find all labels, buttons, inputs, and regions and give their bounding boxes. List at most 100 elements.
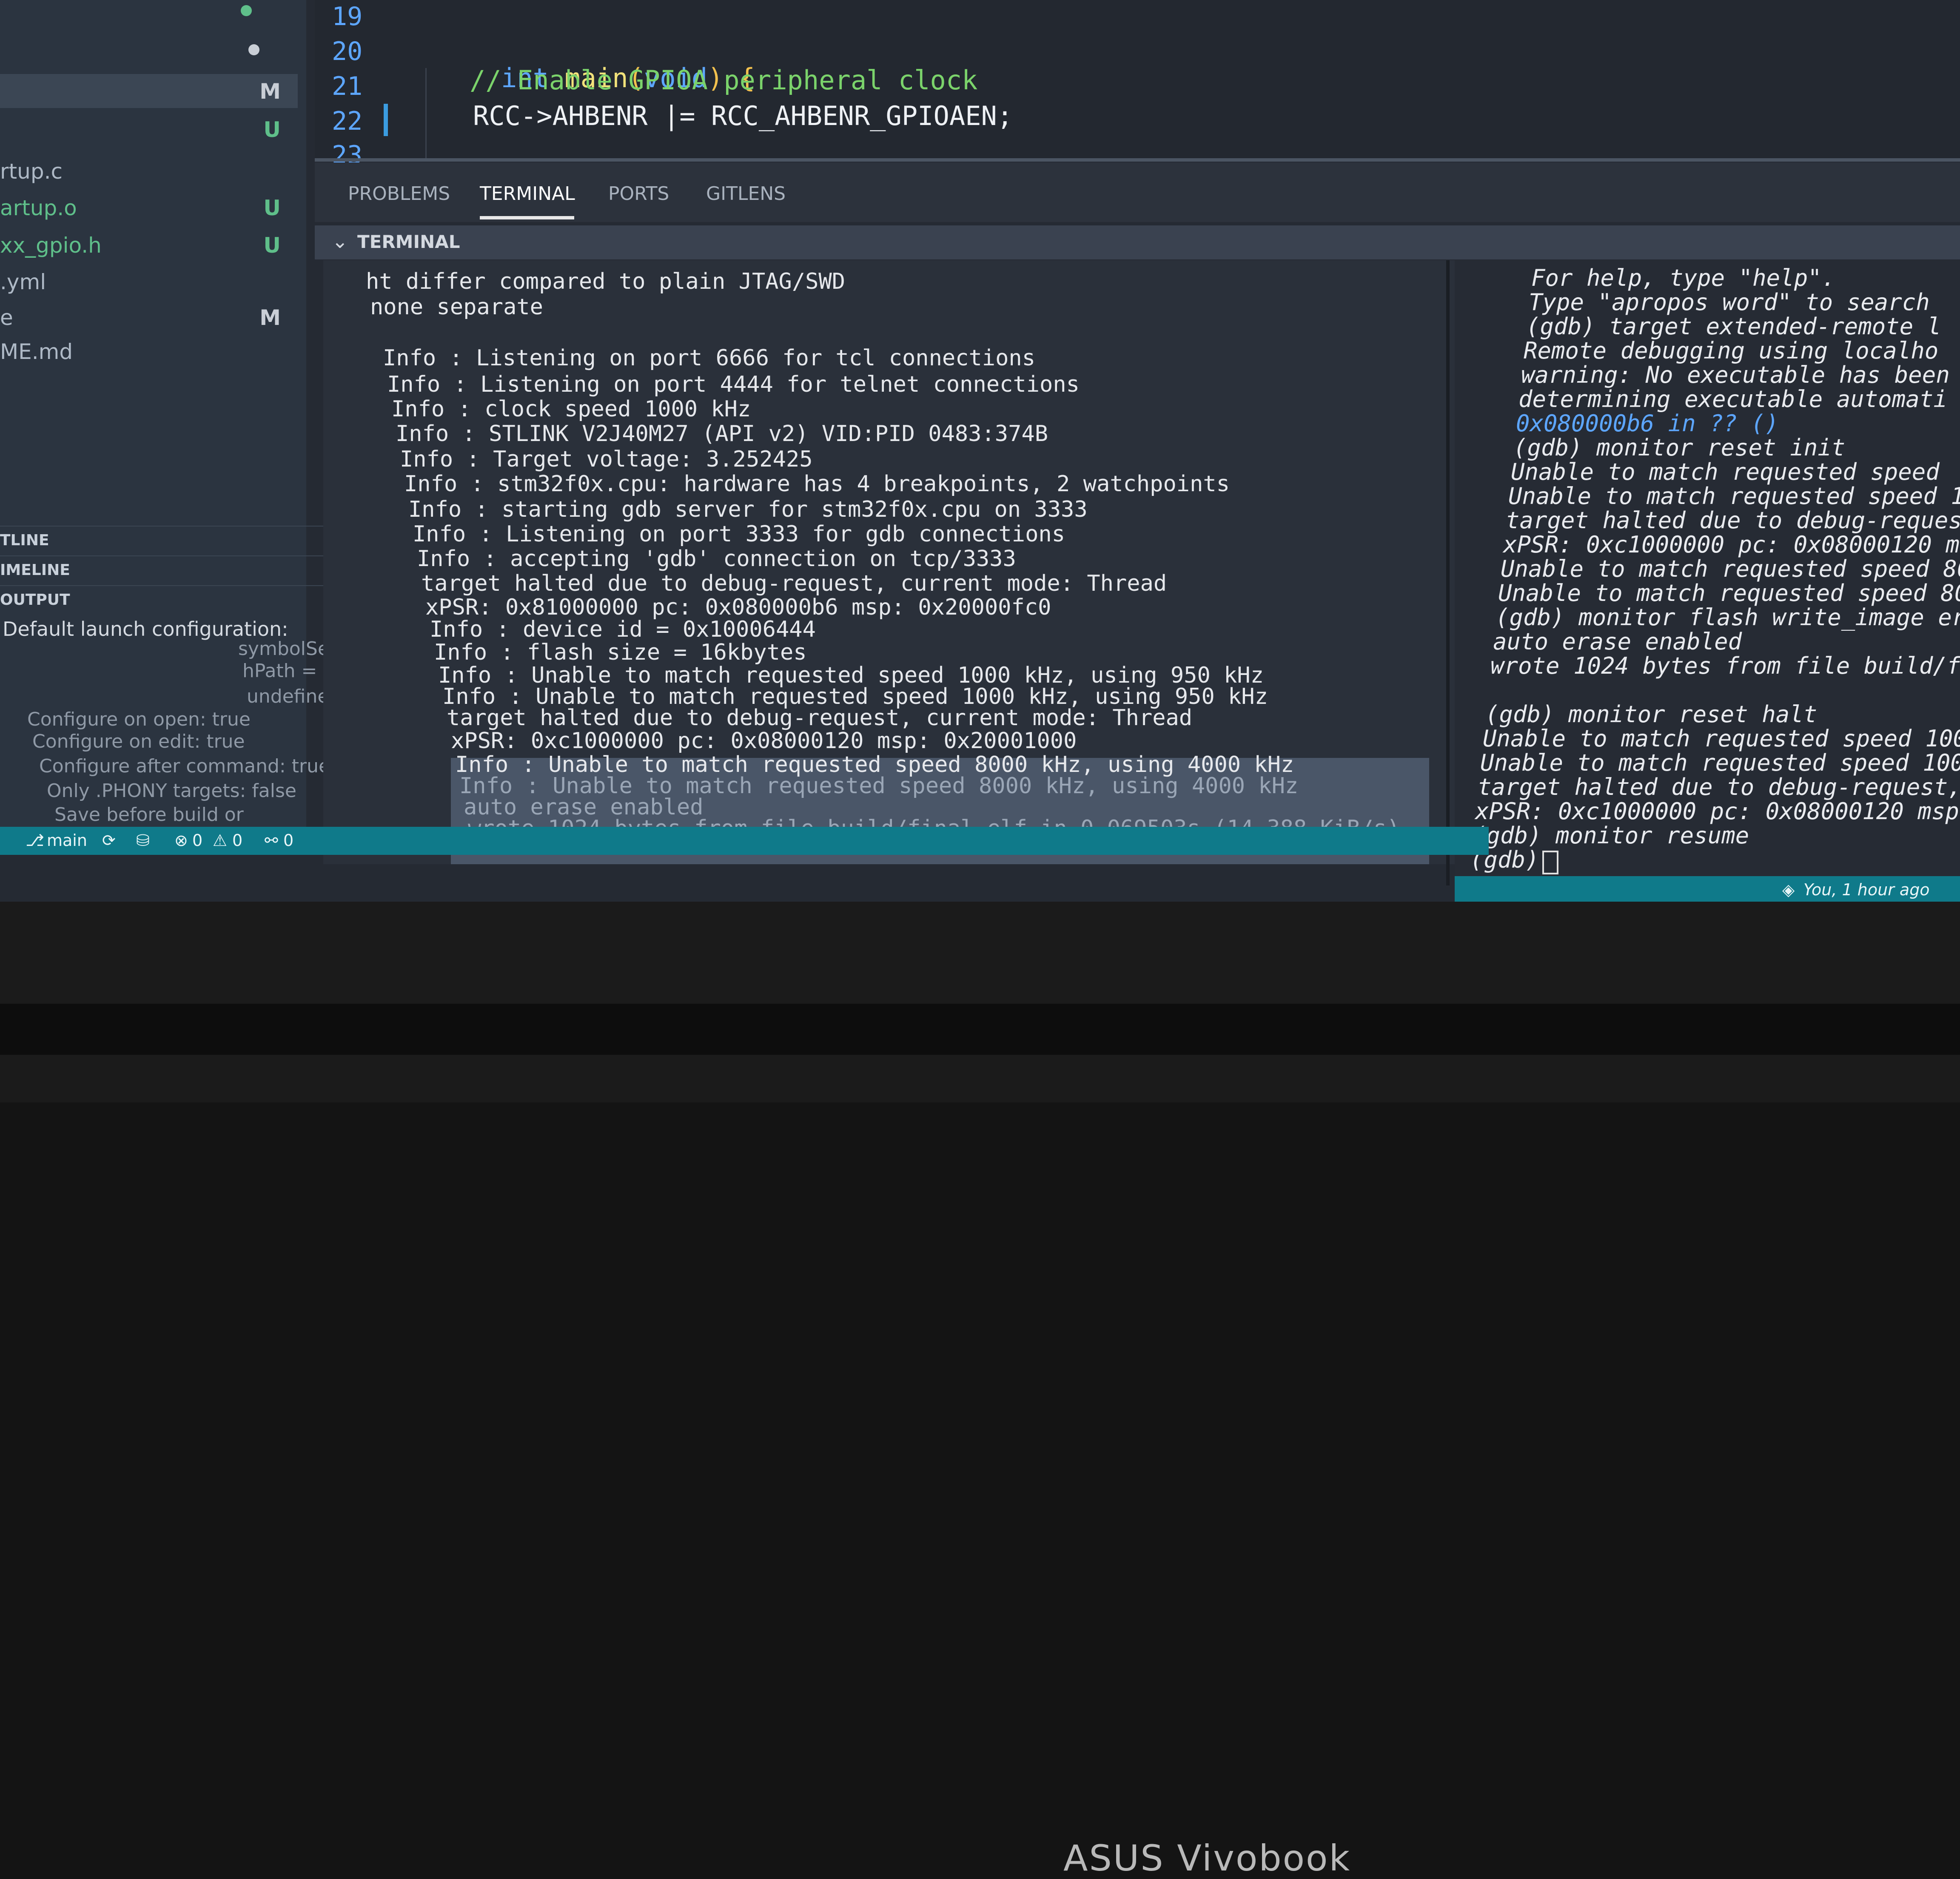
- file-item[interactable]: ME.md: [0, 334, 298, 368]
- git-modified-badge: M: [259, 305, 281, 330]
- terminal-line: (gdb) monitor flash write_image era: [1496, 604, 1960, 631]
- terminal-line: xPSR: 0x81000000 pc: 0x080000b6 msp: 0x2…: [425, 595, 1051, 620]
- tab-problems[interactable]: PROBLEMS: [348, 183, 450, 205]
- warning-count[interactable]: 0: [232, 831, 242, 850]
- panel-tab-bar: PROBLEMS TERMINAL PORTS GITLENS: [315, 162, 1960, 222]
- error-count[interactable]: 0: [192, 831, 202, 850]
- terminal-line: Info : device id = 0x10006444: [430, 617, 816, 642]
- file-name: xx_gpio.h: [0, 233, 102, 258]
- line-number: 22: [332, 106, 363, 136]
- code-line-22: RCC->AHBENR |= RCC_AHBENR_GPIOAEN;: [473, 100, 1013, 131]
- git-branch-label[interactable]: main: [47, 831, 87, 850]
- git-branch-icon[interactable]: ⎇: [26, 831, 44, 850]
- terminal-line: Info : STLINK V2J40M27 (API v2) VID:PID …: [396, 421, 1048, 447]
- explorer-sidebar: M U rtup.c artup.o U xx_gpio.h U .yml e …: [0, 0, 383, 834]
- config-line: Configure on edit: true: [32, 731, 245, 752]
- source-control-icon[interactable]: ⛁: [136, 831, 150, 850]
- terminal-line: determining executable automati: [1518, 386, 1947, 413]
- warning-icon[interactable]: ⚠: [213, 831, 227, 850]
- terminal-openocd[interactable]: ht differ compared to plain JTAG/SWD none…: [323, 260, 1489, 864]
- git-modified-badge: M: [259, 79, 281, 104]
- terminal-line: 0x080000b6 in ?? (): [1516, 410, 1779, 437]
- terminal-split-divider[interactable]: [1446, 260, 1450, 885]
- status-bar: ⎇ main ⟳ ⛁ ⊗ 0 ⚠ 0 ⚯ 0: [0, 827, 1489, 855]
- chevron-down-icon[interactable]: ⌄: [332, 230, 348, 253]
- line-number: 20: [332, 37, 363, 66]
- file-name: ME.md: [0, 339, 73, 364]
- active-tab-indicator: [480, 216, 574, 219]
- terminal-line: (gdb) monitor reset init: [1513, 434, 1846, 461]
- terminal-line: (gdb) monitor resume: [1473, 822, 1749, 849]
- terminal-line: Unable to match requested speed 1000: [1480, 749, 1960, 776]
- terminal-line: Info : starting gdb server for stm32f0x.…: [408, 497, 1088, 522]
- file-name: rtup.c: [0, 159, 63, 184]
- terminal-line: (gdb) target extended-remote l: [1526, 313, 1941, 340]
- editor-panel-sash[interactable]: [315, 158, 1960, 162]
- terminal-line: ht differ compared to plain JTAG/SWD: [366, 269, 846, 294]
- terminal-line: Unable to match requested speed 1: [1508, 483, 1960, 510]
- terminal-line: Info : Listening on port 4444 for telnet…: [387, 372, 1080, 397]
- line-number: 21: [332, 71, 363, 101]
- git-untracked-badge: U: [263, 233, 281, 258]
- git-commit-icon[interactable]: ◈: [1782, 880, 1795, 899]
- terminal-line: Unable to match requested speed 80: [1498, 580, 1960, 606]
- git-untracked-badge: U: [263, 117, 281, 142]
- tab-gitlens[interactable]: GITLENS: [706, 183, 786, 205]
- file-item[interactable]: .yml: [0, 265, 298, 299]
- config-line: Only .PHONY targets: false: [47, 780, 296, 802]
- terminal-line: Info : Target voltage: 3.252425: [400, 447, 813, 472]
- terminal-line: Info : Listening on port 3333 for gdb co…: [413, 521, 1065, 547]
- status-dot-icon: [241, 5, 252, 16]
- terminal-line: target halted due to debug-reques: [1506, 507, 1960, 534]
- gutter-modified-marker: [384, 104, 388, 136]
- laptop-bezel: ASUS Vivobook: [0, 902, 1960, 1879]
- terminal-line: Remote debugging using localho: [1524, 337, 1939, 364]
- terminal-line: none separate: [370, 294, 543, 320]
- file-name: e: [0, 305, 13, 330]
- terminal-line: Info : clock speed 1000 kHz: [391, 396, 751, 422]
- code-editor[interactable]: 19 20 21 22 23 int main(void) { // Enabl…: [315, 0, 1960, 170]
- terminal-line: Info : flash size = 16kbytes: [434, 640, 807, 665]
- file-item[interactable]: U: [0, 112, 298, 146]
- status-bar-right: ◈ You, 1 hour ago: [1455, 876, 1960, 902]
- file-item[interactable]: e M: [0, 300, 298, 334]
- terminal-line: target halted due to debug-request, cu: [1478, 774, 1960, 800]
- file-item[interactable]: rtup.c: [0, 154, 298, 188]
- tab-ports[interactable]: PORTS: [608, 183, 669, 205]
- terminal-cursor: [1542, 851, 1558, 874]
- terminal-line: xPSR: 0xc1000000 pc: 0x08000120 msp: 0: [1475, 798, 1960, 825]
- terminal-line: (gdb) monitor reset halt: [1485, 701, 1818, 728]
- git-blame-label[interactable]: You, 1 hour ago: [1803, 880, 1930, 899]
- ports-icon[interactable]: ⚯: [265, 831, 278, 850]
- screen: M U rtup.c artup.o U xx_gpio.h U .yml e …: [0, 0, 1960, 902]
- laptop-hinge: [0, 1004, 1960, 1055]
- tab-terminal[interactable]: TERMINAL: [480, 183, 575, 205]
- terminal-line: warning: No executable has been: [1521, 362, 1950, 388]
- code-line-21: // Enable GPIOA peripheral clock: [470, 65, 978, 96]
- file-name: artup.o: [0, 196, 77, 220]
- terminal-section-header[interactable]: ⌄ TERMINAL: [315, 225, 1960, 259]
- config-line: hPath =: [242, 660, 317, 682]
- file-item[interactable]: xx_gpio.h U: [0, 228, 298, 262]
- terminal-line: Info : Listening on port 6666 for tcl co…: [383, 345, 1036, 371]
- terminal-line: Unable to match requested speed: [1511, 458, 1940, 485]
- terminal-gdb[interactable]: For help, type "help". Type "apropos word…: [1455, 260, 1960, 885]
- ports-count[interactable]: 0: [283, 831, 293, 850]
- git-untracked-badge: U: [263, 196, 281, 220]
- terminal-line: For help, type "help".: [1531, 265, 1836, 291]
- terminal-line: target halted due to debug-request, curr…: [447, 705, 1193, 731]
- terminal-line: auto erase enabled: [1493, 628, 1742, 655]
- config-line: Save before build or: [54, 804, 244, 826]
- file-name: .yml: [0, 270, 46, 294]
- terminal-line: Unable to match requested speed 80: [1501, 555, 1960, 582]
- config-line: Configure on open: true: [27, 709, 251, 730]
- error-icon[interactable]: ⊗: [174, 831, 188, 850]
- sync-icon[interactable]: ⟳: [102, 831, 116, 850]
- terminal-line: target halted due to debug-request, curr…: [421, 571, 1167, 596]
- file-item[interactable]: M: [0, 74, 298, 108]
- terminal-line: Info : accepting 'gdb' connection on tcp…: [417, 546, 1016, 572]
- line-number: 19: [332, 2, 363, 31]
- file-item[interactable]: artup.o U: [0, 191, 298, 225]
- terminal-line: Unable to match requested speed 1000: [1483, 725, 1960, 752]
- terminal-section-label: TERMINAL: [357, 231, 460, 252]
